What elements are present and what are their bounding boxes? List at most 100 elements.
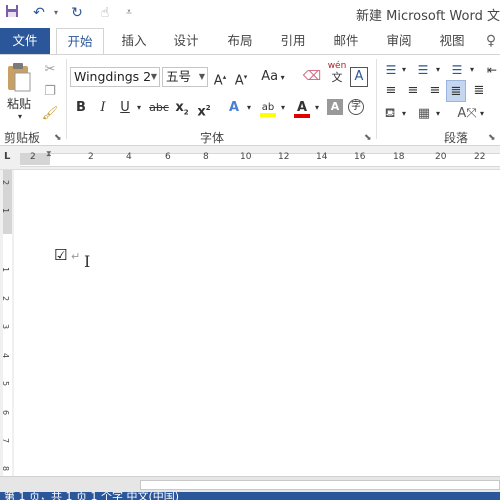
clipboard-launcher-icon[interactable]: ⬊ [54, 133, 62, 143]
font-color-dropdown-icon[interactable]: ▾ [312, 97, 322, 119]
subscript-icon[interactable]: x2 [172, 97, 192, 119]
paste-icon[interactable] [4, 61, 34, 95]
character-border-icon[interactable]: A [350, 67, 368, 87]
document-page[interactable]: ☑ ↵ I [14, 170, 500, 476]
paste-dropdown-icon[interactable]: ▾ [14, 111, 26, 123]
tab-references[interactable]: 引用 [273, 28, 313, 54]
ruler-number: 22 [474, 152, 486, 162]
phonetic-guide-icon[interactable]: wén 文 [326, 61, 348, 89]
shrink-font-icon[interactable]: A▾ [232, 66, 250, 88]
ruler-number: 12 [278, 152, 290, 162]
status-text: 第 1 页，共 1 页 1 个字 中文(中国) [4, 492, 180, 500]
vertical-ruler: 2 1 1 2 3 4 5 6 7 8 [0, 170, 15, 476]
bullets-icon[interactable]: ☰ [380, 59, 402, 81]
horizontal-scrollbar[interactable] [0, 476, 500, 493]
bold-icon[interactable]: B [72, 97, 90, 119]
underline-icon[interactable]: U [116, 97, 134, 119]
underline-dropdown-icon[interactable]: ▾ [134, 97, 144, 119]
enclose-characters-icon[interactable]: 字 [348, 99, 364, 115]
borders-dropdown-icon[interactable]: ▾ [434, 103, 442, 125]
chevron-down-icon: ▼ [150, 72, 157, 81]
vruler-number: 5 [1, 380, 11, 387]
horizontal-ruler: L ⧗ 2 2 4 6 8 10 12 14 16 18 20 22 [0, 146, 500, 170]
font-name-value: Wingdings 2 [74, 69, 152, 84]
ruler-number: 4 [126, 152, 132, 162]
chinese-layout-icon[interactable]: A⤧ [456, 103, 478, 125]
copy-icon[interactable]: ❐ [40, 81, 60, 103]
ruler-number: 6 [165, 152, 171, 162]
vruler-number: 2 [1, 179, 11, 186]
tab-home[interactable]: 开始 [56, 28, 104, 54]
borders-icon[interactable]: ▦ [414, 103, 434, 125]
checked-box-character[interactable]: ☑ [54, 246, 67, 264]
numbering-icon[interactable]: ☰ [412, 59, 434, 81]
undo-icon[interactable]: ↶ [30, 4, 48, 22]
vruler-number: 4 [1, 352, 11, 359]
ruler-number: 18 [393, 152, 405, 162]
ruler-number: 10 [240, 152, 252, 162]
save-icon[interactable] [3, 4, 21, 22]
highlight-dropdown-icon[interactable]: ▾ [278, 97, 288, 119]
justify-icon[interactable]: ≣ [446, 80, 466, 102]
scrollbar-thumb[interactable] [140, 480, 500, 490]
bullets-dropdown-icon[interactable]: ▾ [400, 59, 408, 81]
tab-selector-icon[interactable]: L [4, 151, 10, 162]
text-effects-dropdown-icon[interactable]: ▾ [244, 97, 254, 119]
vruler-number: 8 [1, 465, 11, 472]
vruler-number: 3 [1, 323, 11, 330]
paragraph-launcher-icon[interactable]: ⬊ [488, 133, 496, 143]
vruler-number: 1 [1, 266, 11, 273]
font-group-label: 字体 [200, 131, 225, 145]
group-separator [376, 59, 377, 139]
indent-marker-icon[interactable]: ⧗ [46, 149, 52, 159]
italic-icon[interactable]: I [94, 97, 112, 119]
tab-mailings[interactable]: 邮件 [326, 28, 366, 54]
shading-dropdown-icon[interactable]: ▾ [400, 103, 408, 125]
customize-icon[interactable]: ⩡ [120, 4, 138, 22]
align-left-icon[interactable]: ≡ [380, 80, 402, 102]
font-name-combo[interactable]: Wingdings 2 ▼ [70, 67, 160, 87]
font-launcher-icon[interactable]: ⬊ [364, 133, 372, 143]
tab-insert[interactable]: 插入 [114, 28, 154, 54]
format-painter-icon[interactable]: 🖌 [40, 103, 60, 125]
highlight-icon[interactable]: ab [258, 97, 278, 119]
distributed-icon[interactable]: ≣ [468, 80, 490, 102]
tab-file[interactable]: 文件 [0, 28, 50, 54]
multilevel-list-icon[interactable]: ☰ [446, 59, 468, 81]
undo-dropdown-icon[interactable]: ▾ [47, 4, 65, 22]
font-color-icon[interactable]: A [292, 97, 312, 119]
cut-icon[interactable]: ✂ [40, 59, 60, 81]
font-size-combo[interactable]: 五号 ▼ [162, 67, 208, 87]
change-case-label: Aa [261, 69, 279, 84]
align-center-icon[interactable]: ≡ [402, 80, 424, 102]
tell-me-icon[interactable]: ♀ [482, 28, 500, 54]
character-shading-icon[interactable]: A [327, 99, 343, 115]
ribbon-tabs: 文件 开始 插入 设计 布局 引用 邮件 审阅 视图 ♀ [0, 28, 500, 54]
chinese-layout-dropdown-icon[interactable]: ▾ [478, 103, 486, 125]
clipboard-group-label: 剪贴板 [4, 131, 41, 145]
numbering-dropdown-icon[interactable]: ▾ [434, 59, 442, 81]
redo-icon[interactable]: ↻ [68, 4, 86, 22]
touch-mode-icon[interactable]: ☝ [96, 4, 114, 22]
tab-view[interactable]: 视图 [432, 28, 472, 54]
strikethrough-icon[interactable]: abc [148, 97, 170, 119]
group-separator [66, 59, 67, 139]
tab-layout[interactable]: 布局 [220, 28, 260, 54]
status-bar: 第 1 页，共 1 页 1 个字 中文(中国) [0, 492, 500, 500]
vruler-number: 2 [1, 295, 11, 302]
change-case-button[interactable]: Aa ▾ [258, 66, 288, 88]
vruler-number: 6 [1, 409, 11, 416]
align-right-icon[interactable]: ≡ [424, 80, 446, 102]
tab-review[interactable]: 审阅 [379, 28, 419, 54]
decrease-indent-icon[interactable]: ⇤ [484, 59, 500, 81]
multilevel-dropdown-icon[interactable]: ▾ [468, 59, 476, 81]
tab-design[interactable]: 设计 [166, 28, 206, 54]
superscript-icon[interactable]: x2 [194, 97, 214, 119]
grow-font-icon[interactable]: A▴ [211, 66, 229, 88]
text-effects-icon[interactable]: A [224, 97, 244, 119]
ruler-number: 8 [203, 152, 209, 162]
clear-formatting-icon[interactable]: ⌫ [302, 66, 322, 88]
vruler-number: 7 [1, 437, 11, 444]
shading-icon[interactable]: ⛾ [380, 103, 400, 125]
window-title: 新建 Microsoft Word 文档 [356, 9, 500, 24]
